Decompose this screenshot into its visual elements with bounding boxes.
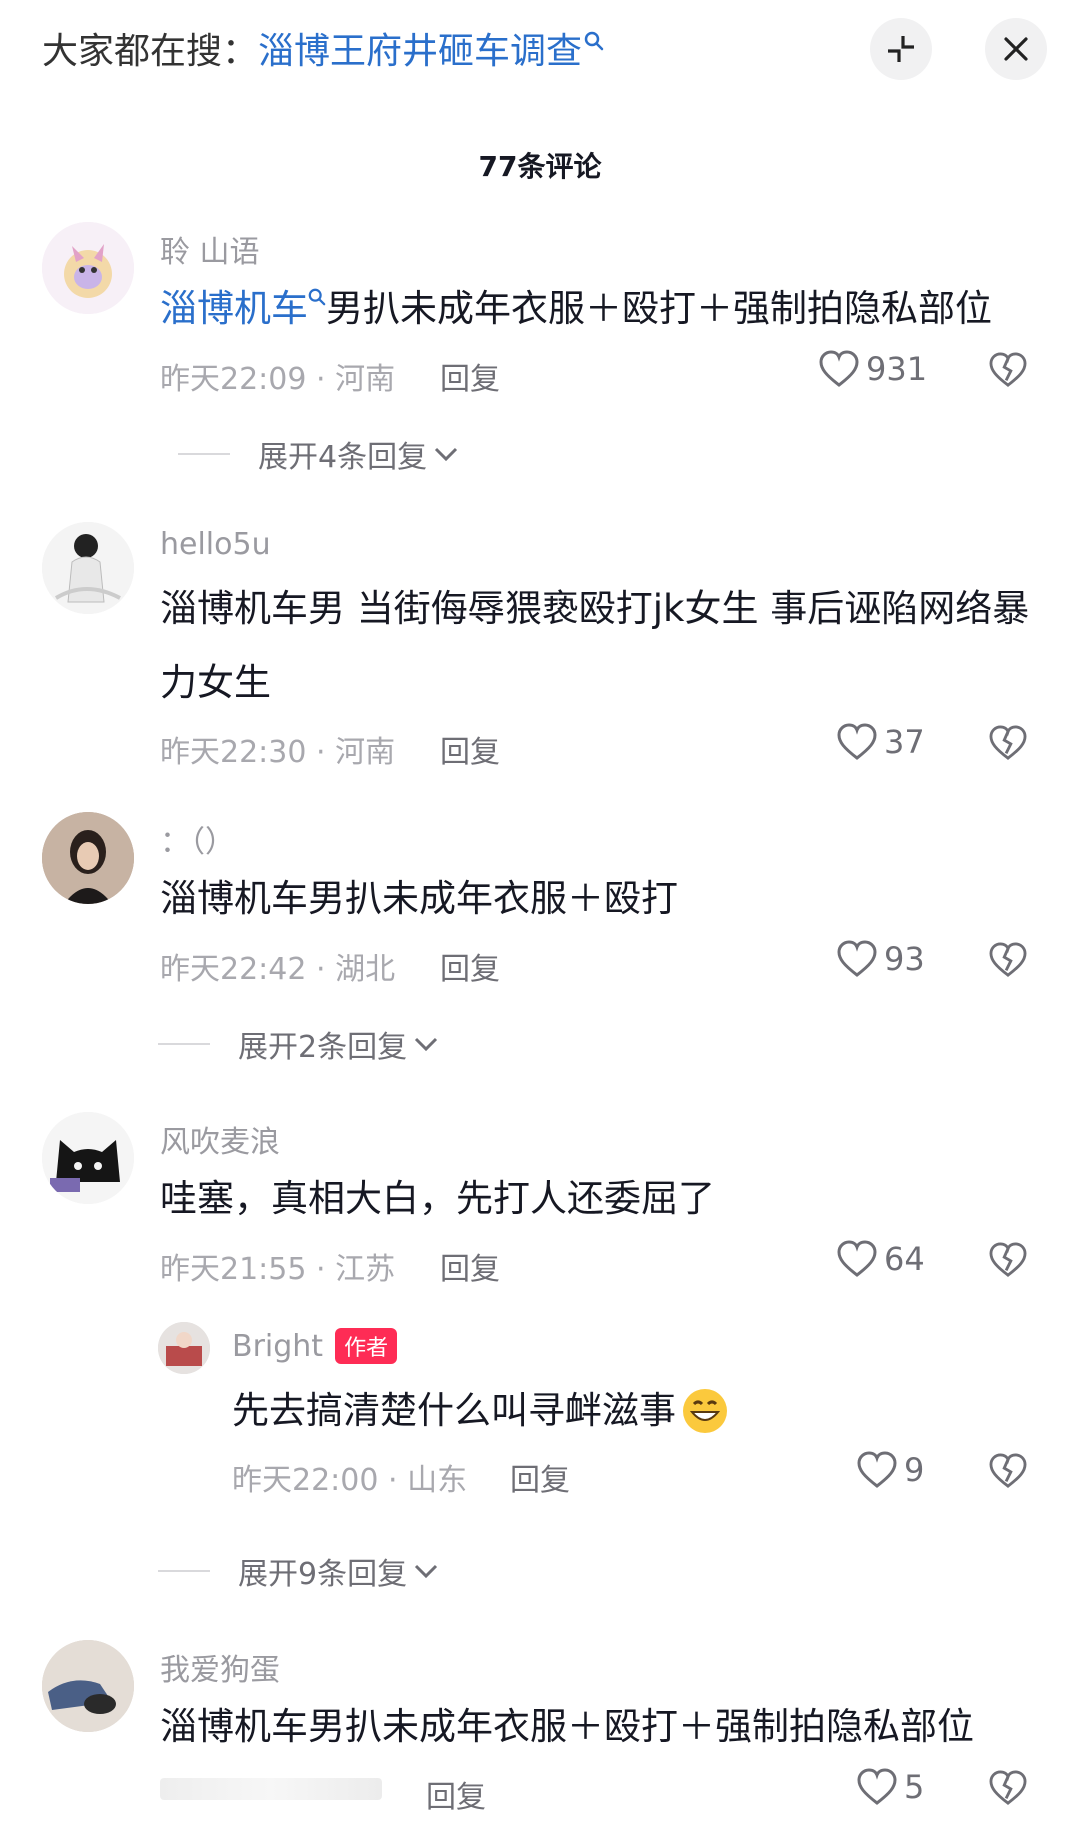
like-button[interactable]: 9 [856, 1451, 924, 1489]
broken-heart-icon [989, 1770, 1027, 1805]
reply-author[interactable]: Bright 作者 [232, 1328, 398, 1364]
chevron-down-icon [415, 1564, 438, 1579]
dislike-button[interactable] [988, 1242, 1028, 1282]
avatar[interactable] [42, 522, 134, 614]
avatar-image [42, 812, 134, 904]
like-count: 5 [904, 1768, 925, 1806]
comment-text: 淄博机车男扒未成年衣服＋殴打 [160, 877, 678, 920]
comment-text-line: 淄博机车男 当街侮辱猥亵殴打jk女生 事后诬陷网络暴 [160, 587, 1030, 630]
search-icon [308, 288, 326, 306]
chevron-down-icon [415, 1037, 438, 1052]
dislike-button[interactable] [988, 942, 1028, 982]
avatar-image [42, 1640, 134, 1732]
avatar[interactable] [42, 812, 134, 904]
heart-icon [819, 350, 859, 387]
comment-time-location: 昨天22:42 · 湖北 [160, 952, 396, 987]
like-button[interactable]: 93 [836, 940, 925, 978]
heart-icon [837, 723, 877, 760]
broken-heart-icon [989, 725, 1027, 760]
dislike-button[interactable] [988, 725, 1028, 765]
divider [158, 1570, 210, 1572]
heart-icon [857, 1451, 897, 1488]
reply-button[interactable]: 回复 [426, 1772, 486, 1816]
like-count: 9 [904, 1451, 925, 1489]
avatar-image [42, 222, 134, 314]
divider [178, 453, 230, 455]
broken-heart-icon [989, 942, 1027, 977]
search-link[interactable]: 淄博机车 [160, 287, 326, 330]
like-button[interactable]: 931 [818, 350, 927, 388]
like-count: 37 [884, 723, 925, 761]
like-count: 64 [884, 1240, 925, 1278]
broken-heart-icon [989, 352, 1027, 387]
comment-username[interactable]: hello5u [160, 527, 271, 562]
reply-username: Bright [232, 1328, 324, 1364]
close-icon [1004, 37, 1028, 61]
comment-count: 77条评论 [478, 150, 602, 183]
reply-button[interactable]: 回复 [440, 1244, 500, 1288]
search-term-text: 淄博王府井砸车调查 [258, 31, 583, 72]
expand-replies-label: 展开4条回复 [258, 440, 428, 475]
reply-button[interactable]: 回复 [440, 727, 500, 771]
comment-text: 淄博机车男扒未成年衣服＋殴打＋强制拍隐私部位 [160, 1705, 974, 1748]
dislike-button[interactable] [988, 1770, 1028, 1810]
comment-text-line: 力女生 [160, 661, 271, 704]
broken-heart-icon [989, 1453, 1027, 1488]
comment-time-location: 昨天22:09 · 河南 [160, 362, 396, 397]
search-suggestion-term[interactable]: 淄博王府井砸车调查 [258, 22, 604, 74]
redacted-time-location [160, 1778, 382, 1800]
expand-replies[interactable]: 展开2条回复 [158, 1022, 439, 1066]
like-count: 93 [884, 940, 925, 978]
broken-heart-icon [989, 1242, 1027, 1277]
expand-replies-label: 展开2条回复 [238, 1030, 408, 1065]
like-button[interactable]: 37 [836, 723, 925, 761]
reply-button[interactable]: 回复 [510, 1455, 570, 1499]
avatar[interactable] [42, 1640, 134, 1732]
reply-time-location: 昨天22:00 · 山东 [232, 1463, 468, 1498]
collapse-button[interactable] [870, 18, 932, 80]
comment-username[interactable]: 风吹麦浪 [160, 1117, 280, 1161]
like-button[interactable]: 64 [836, 1240, 925, 1278]
dislike-button[interactable] [988, 1453, 1028, 1493]
search-suggestion[interactable]: 大家都在搜： 淄博王府井砸车调查 [42, 22, 604, 74]
comment-username[interactable]: 我爱狗蛋 [160, 1645, 280, 1689]
comment-username[interactable]: ：（） [160, 817, 235, 861]
comment-time-location: 昨天22:30 · 河南 [160, 735, 396, 770]
reply-text-content: 先去搞清楚什么叫寻衅滋事 [232, 1389, 676, 1432]
search-suggestion-prefix: 大家都在搜： [42, 31, 259, 72]
search-icon [584, 31, 604, 51]
chevron-down-icon [435, 447, 458, 462]
heart-icon [857, 1768, 897, 1805]
reply-button[interactable]: 回复 [440, 354, 500, 398]
avatar[interactable] [158, 1322, 210, 1374]
reply-text: 先去搞清楚什么叫寻衅滋事 [232, 1380, 730, 1442]
expand-replies[interactable]: 展开4条回复 [178, 432, 459, 476]
heart-icon [837, 940, 877, 977]
expand-replies[interactable]: 展开9条回复 [158, 1549, 439, 1593]
divider [158, 1043, 210, 1045]
grin-emoji-icon [683, 1389, 727, 1433]
heart-icon [837, 1240, 877, 1277]
author-badge: 作者 [335, 1328, 398, 1364]
expand-replies-label: 展开9条回复 [238, 1557, 408, 1592]
avatar[interactable] [42, 222, 134, 314]
comment-text: 淄博机车男扒未成年衣服＋殴打＋强制拍隐私部位 [160, 287, 992, 330]
dislike-button[interactable] [988, 352, 1028, 392]
like-count: 931 [866, 350, 928, 388]
avatar-image [42, 1112, 134, 1204]
avatar-image [158, 1322, 210, 1374]
comment-username[interactable]: 聆 山语 [160, 227, 260, 271]
avatar-image [42, 522, 134, 614]
collapse-icon [888, 36, 914, 62]
comment-time-location: 昨天21:55 · 江苏 [160, 1252, 396, 1287]
comment-text: 哇塞，真相大白，先打人还委屈了 [160, 1177, 715, 1220]
avatar[interactable] [42, 1112, 134, 1204]
like-button[interactable]: 5 [856, 1768, 924, 1806]
reply-button[interactable]: 回复 [440, 944, 500, 988]
close-button[interactable] [985, 18, 1047, 80]
